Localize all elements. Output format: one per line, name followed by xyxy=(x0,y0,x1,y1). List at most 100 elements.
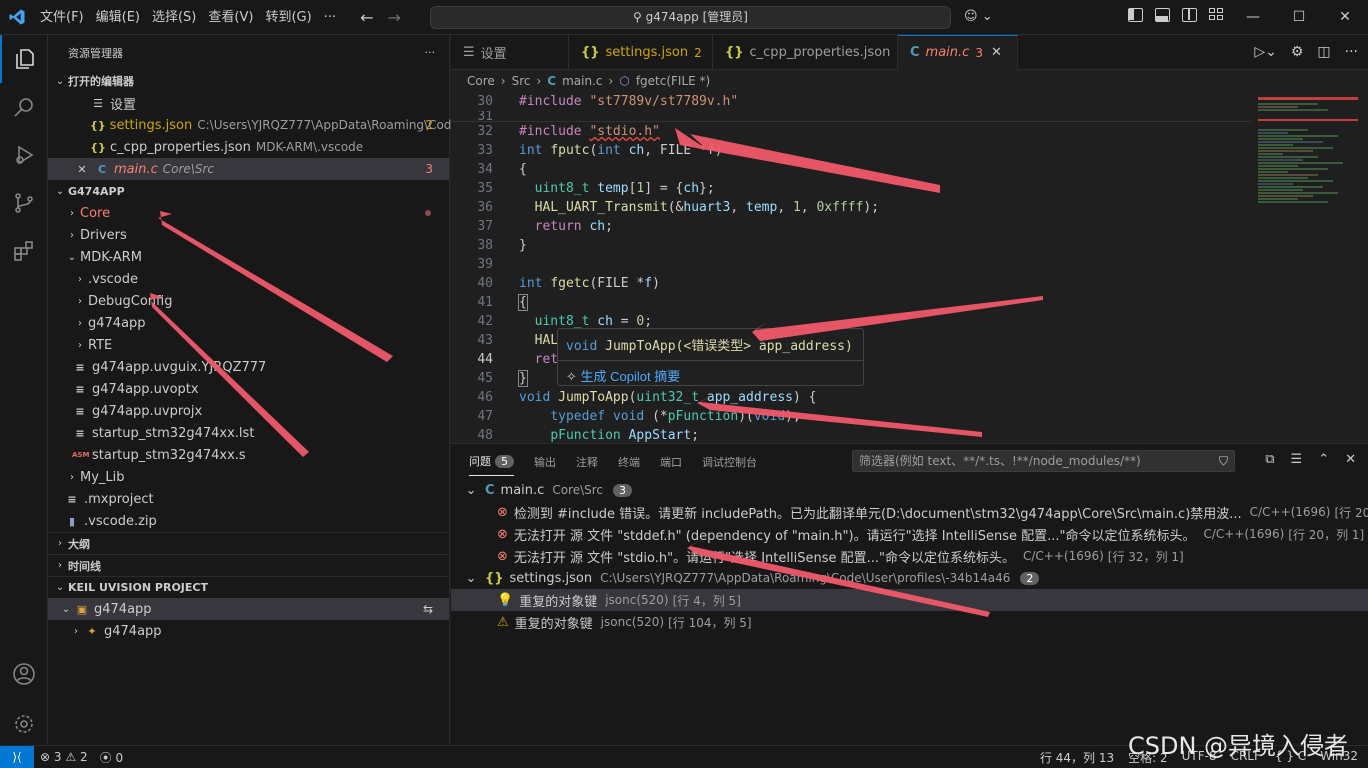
command-center-search[interactable]: ⚲ g474app [管理员] xyxy=(430,6,951,29)
tree-item-g474app[interactable]: › g474app xyxy=(48,312,449,334)
more-actions-icon[interactable]: ··· xyxy=(425,46,436,59)
toggle-panel-icon[interactable] xyxy=(1155,8,1170,22)
tree-item-rte[interactable]: › RTE xyxy=(48,334,449,356)
ports-status[interactable]: ⦿ 0 xyxy=(94,749,129,766)
forward-arrow-icon[interactable]: → xyxy=(387,8,400,27)
problem-item[interactable]: ⊗ 无法打开 源 文件 "stdio.h"。请运行"选择 IntelliSense… xyxy=(451,545,1368,567)
toggle-primary-sidebar-icon[interactable] xyxy=(1128,8,1143,22)
problem-item[interactable]: 💡 重复的对象键 jsonc(520) [行 4，列 5] xyxy=(451,589,1368,611)
close-tab-icon[interactable]: ✕ xyxy=(991,45,1002,60)
menu-edit[interactable]: 编辑(E) xyxy=(90,0,146,35)
keil-target-g474app[interactable]: › ✦ g474app xyxy=(48,620,449,642)
explorer-icon[interactable] xyxy=(0,35,48,83)
tree-item-uvoptx[interactable]: ≡ g474app.uvoptx xyxy=(48,378,449,400)
back-arrow-icon[interactable]: ← xyxy=(360,8,373,27)
open-editor-settings[interactable]: ☰ 设置 xyxy=(48,92,449,114)
open-editor-c-cpp-properties[interactable]: {} c_cpp_properties.json MDK-ARM\.vscode xyxy=(48,136,449,158)
tree-item-label: .mxproject xyxy=(84,491,154,507)
tree-item-my-lib[interactable]: › My_Lib xyxy=(48,466,449,488)
open-editor-settings-json[interactable]: {} settings.json C:\Users\YJRQZ777\AppData… xyxy=(48,114,463,136)
copilot-button[interactable]: ☺ ⌄ xyxy=(964,9,993,24)
outline-section[interactable]: › 大纲 xyxy=(48,532,449,554)
tree-item-core[interactable]: › Core xyxy=(48,202,449,224)
keil-section[interactable]: ⌄ KEIL UVISION PROJECT xyxy=(48,576,449,598)
copilot-summary-link[interactable]: ✧ 生成 Copilot 摘要 xyxy=(558,361,863,390)
tree-item-mxproject[interactable]: ≡ .mxproject xyxy=(48,488,449,510)
breadcrumb-item[interactable]: Core xyxy=(467,74,495,88)
tree-item-startup-s[interactable]: ASM startup_stm32g474xx.s xyxy=(48,444,449,466)
close-window-icon[interactable]: ✕ xyxy=(1322,0,1368,35)
menu-selection[interactable]: 选择(S) xyxy=(146,0,202,35)
tree-item-uvprojx[interactable]: ≡ g474app.uvprojx xyxy=(48,400,449,422)
problem-item[interactable]: ⊗ 检测到 #include 错误。请更新 includePath。已为此翻译单元… xyxy=(451,501,1368,523)
code-line: 46 void JumpToApp(uint32_t app_address) { xyxy=(451,388,1251,407)
tab-debug-console[interactable]: 调试控制台 xyxy=(702,454,757,470)
problems-filter-input[interactable]: 筛选器(例如 text、**/*.ts、!**/node_modules/**)… xyxy=(852,450,1235,472)
tab-ports[interactable]: 端口 xyxy=(660,454,682,470)
tree-item-drivers[interactable]: › Drivers xyxy=(48,224,449,246)
chevron-down-icon: ⌄ xyxy=(465,482,477,498)
gear-icon[interactable]: ⚙ xyxy=(1291,44,1304,60)
tree-item-vscode[interactable]: › .vscode xyxy=(48,268,449,290)
menu-more[interactable]: ··· xyxy=(318,0,342,35)
tab-output[interactable]: 输出 xyxy=(534,454,556,470)
tab-problems[interactable]: 问题 5 xyxy=(469,453,514,476)
manage-gear-icon[interactable] xyxy=(0,700,48,748)
account-icon[interactable] xyxy=(0,650,48,698)
json-file-icon: {} xyxy=(485,570,504,586)
remote-indicator-icon[interactable]: ⟩⟨ xyxy=(0,746,34,768)
project-section[interactable]: ⌄ G474APP xyxy=(48,180,449,202)
cursor-position[interactable]: 行 44，列 13 xyxy=(1040,749,1114,766)
breadcrumb-item[interactable]: fgetc(FILE *) xyxy=(636,74,710,88)
tree-item-startup-lst[interactable]: ≡ startup_stm32g474xx.lst xyxy=(48,422,449,444)
menu-file[interactable]: 文件(F) xyxy=(34,0,90,35)
tree-item-vscode-zip[interactable]: ▮ .vscode.zip xyxy=(48,510,449,532)
menu-go[interactable]: 转到(G) xyxy=(259,0,317,35)
build-icon[interactable]: ⇆ xyxy=(423,602,433,616)
menu-view[interactable]: 查看(V) xyxy=(202,0,259,35)
keil-project-g474app[interactable]: ⌄ ▣ g474app ⇆ xyxy=(48,598,449,620)
search-view-icon[interactable] xyxy=(0,83,48,131)
maximize-panel-icon[interactable]: ⌃ xyxy=(1318,452,1329,467)
tree-item-uvguix[interactable]: ≡ g474app.uvguix.YJRQZ777 xyxy=(48,356,449,378)
split-editor-icon[interactable]: ◫ xyxy=(1317,44,1330,60)
filter-icon[interactable]: ⛉ xyxy=(1219,451,1228,471)
problem-item[interactable]: ⚠ 重复的对象键 jsonc(520) [行 104，列 5] xyxy=(451,611,1368,633)
breadcrumb-item[interactable]: Src xyxy=(512,74,531,88)
more-actions-icon[interactable]: ··· xyxy=(1345,44,1358,60)
problem-item[interactable]: ⊗ 无法打开 源 文件 "stddef.h" (dependency of "ma… xyxy=(451,523,1368,545)
tab-c-cpp-properties[interactable]: {} c_cpp_properties.json xyxy=(713,35,898,70)
minimap[interactable] xyxy=(1258,92,1358,443)
customize-layout-icon[interactable] xyxy=(1209,8,1224,22)
tab-settings[interactable]: ☰ 设置 xyxy=(451,35,569,70)
line-number: 33 xyxy=(477,143,493,158)
view-as-list-icon[interactable]: ☰ xyxy=(1291,452,1303,467)
toggle-secondary-sidebar-icon[interactable] xyxy=(1182,8,1197,22)
open-editor-main-c[interactable]: ✕ Cmain.c Core\Src 3 xyxy=(48,158,449,180)
problem-group-settings-json[interactable]: ⌄ {} settings.json C:\Users\YJRQZ777\AppDat… xyxy=(451,567,1368,589)
tab-comments[interactable]: 注释 xyxy=(576,454,598,470)
breadcrumb-item[interactable]: main.c xyxy=(562,74,602,88)
chevron-right-icon: › xyxy=(78,317,82,329)
problem-group-main-c[interactable]: ⌄ Cmain.c Core\Src 3 xyxy=(451,479,1368,501)
run-icon[interactable]: ▷⌄ xyxy=(1254,44,1277,60)
extensions-icon[interactable] xyxy=(0,227,48,275)
tree-item-debugconfig[interactable]: › DebugConfig xyxy=(48,290,449,312)
minimize-icon[interactable]: — xyxy=(1230,0,1276,35)
run-debug-icon[interactable] xyxy=(0,131,48,179)
minimap-line xyxy=(1258,135,1338,137)
code-editor[interactable]: 30 #include "st7789v/st7789v.h" 31 32 #inc… xyxy=(451,92,1251,443)
copy-icon[interactable]: ⧉ xyxy=(1265,452,1274,467)
close-icon[interactable]: ✕ xyxy=(74,163,90,176)
close-panel-icon[interactable]: ✕ xyxy=(1345,452,1356,467)
tab-settings-json[interactable]: {} settings.json 2 xyxy=(569,35,713,70)
open-editors-section[interactable]: ⌄ 打开的编辑器 xyxy=(48,70,449,92)
tab-main-c[interactable]: Cmain.c 3 ✕ xyxy=(898,35,1018,70)
lightbulb-icon[interactable]: 💡 xyxy=(497,593,513,608)
problems-status[interactable]: ⊗ 3 ⚠ 2 xyxy=(34,750,94,764)
timeline-section[interactable]: › 时间线 xyxy=(48,554,449,576)
tree-item-mdk-arm[interactable]: ⌄ MDK-ARM xyxy=(48,246,449,268)
source-control-icon[interactable] xyxy=(0,179,48,227)
tab-terminal[interactable]: 终端 xyxy=(618,454,640,470)
maximize-icon[interactable]: ☐ xyxy=(1276,0,1322,35)
